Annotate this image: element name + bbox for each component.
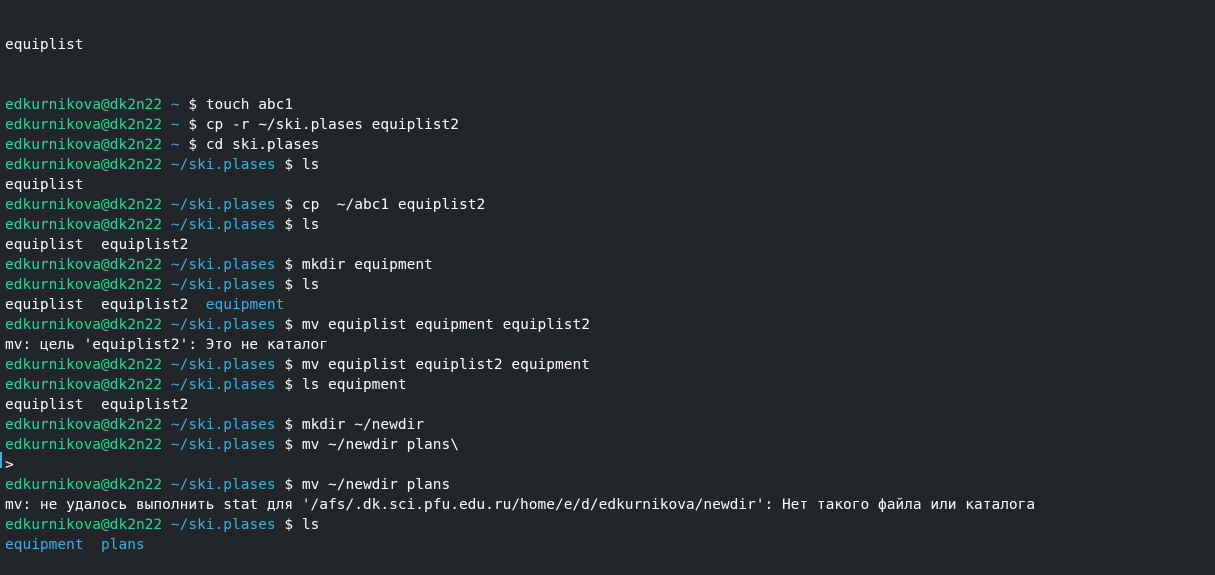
prompt-sign: $ xyxy=(284,357,294,373)
output-line: mv: не удалось выполнить stat для '/afs/… xyxy=(0,495,1215,515)
prompt-line: edkurnikova@dk2n22 ~/ski.plases $ mkdir … xyxy=(0,415,1215,435)
prompt-line: edkurnikova@dk2n22 ~/ski.plases $ mkdir … xyxy=(0,255,1215,275)
output-line: equipment plans xyxy=(0,535,1215,555)
prompt-line: edkurnikova@dk2n22 ~/ski.plases $ cp ~/a… xyxy=(0,195,1215,215)
prompt-user: edkurnikova@dk2n22 xyxy=(5,357,163,373)
command-text: mv ~/newdir plans\ xyxy=(301,437,459,453)
prompt-sign: $ xyxy=(284,277,294,293)
partial-output-line: equiplist xyxy=(0,35,1215,55)
prompt-path: ~/ski.plases xyxy=(170,357,276,373)
output-line: equiplist xyxy=(0,175,1215,195)
command-text: touch abc1 xyxy=(205,97,294,113)
prompt-path: ~/ski.plases xyxy=(170,417,276,433)
prompt-sign: $ xyxy=(284,317,294,333)
command-text: cp ~/abc1 equiplist2 xyxy=(301,197,486,213)
output-text: mv: не удалось выполнить stat для '/afs/… xyxy=(5,497,1036,513)
prompt-user: edkurnikova@dk2n22 xyxy=(5,437,163,453)
scroll-marker xyxy=(0,452,2,468)
prompt-user: edkurnikova@dk2n22 xyxy=(5,197,163,213)
prompt-line: edkurnikova@dk2n22 ~/ski.plases $ ls xyxy=(0,515,1215,535)
prompt-sign: $ xyxy=(284,157,294,173)
prompt-line: edkurnikova@dk2n22 ~/ski.plases $ ls equ… xyxy=(0,375,1215,395)
prompt-path: ~/ski.plases xyxy=(170,377,276,393)
prompt-sign: $ xyxy=(284,377,294,393)
prompt-user: edkurnikova@dk2n22 xyxy=(5,97,163,113)
prompt-path: ~/ski.plases xyxy=(170,157,276,173)
prompt-user: edkurnikova@dk2n22 xyxy=(5,517,163,533)
prompt-path: ~/ski.plases xyxy=(170,437,276,453)
prompt-user: edkurnikova@dk2n22 xyxy=(5,477,163,493)
prompt-sign: $ xyxy=(284,217,294,233)
prompt-sign: $ xyxy=(284,437,294,453)
prompt-line: edkurnikova@dk2n22 ~/ski.plases $ mv ~/n… xyxy=(0,475,1215,495)
output-text: equiplist equiplist2 xyxy=(5,397,189,413)
prompt-line: edkurnikova@dk2n22 ~/ski.plases $ ls xyxy=(0,215,1215,235)
output-line: > xyxy=(0,455,1215,475)
directory-listing: equipment xyxy=(205,297,285,313)
command-text: ls xyxy=(301,217,320,233)
command-text: mv equiplist equipment equiplist2 xyxy=(301,317,590,333)
prompt-sign: $ xyxy=(188,137,198,153)
prompt-sign: $ xyxy=(284,477,294,493)
output-text: equiplist xyxy=(5,177,84,193)
output-text: > xyxy=(5,457,14,473)
output-text: equiplist xyxy=(5,37,84,53)
prompt-sign: $ xyxy=(284,517,294,533)
prompt-line: edkurnikova@dk2n22 ~/ski.plases $ mv ~/n… xyxy=(0,435,1215,455)
prompt-path: ~ xyxy=(170,97,180,113)
command-text: ls equipment xyxy=(301,377,407,393)
output-text: mv: цель 'equiplist2': Это не каталог xyxy=(5,337,329,353)
prompt-path: ~/ski.plases xyxy=(170,217,276,233)
prompt-user: edkurnikova@dk2n22 xyxy=(5,137,163,153)
prompt-user: edkurnikova@dk2n22 xyxy=(5,157,163,173)
command-text: mv equiplist equiplist2 equipment xyxy=(301,357,590,373)
prompt-line: edkurnikova@dk2n22 ~/ski.plases $ ls xyxy=(0,155,1215,175)
prompt-path: ~/ski.plases xyxy=(170,517,276,533)
command-text: ls xyxy=(301,517,320,533)
prompt-sign: $ xyxy=(284,257,294,273)
prompt-user: edkurnikova@dk2n22 xyxy=(5,117,163,133)
command-text: ls xyxy=(301,157,320,173)
prompt-sign: $ xyxy=(284,197,294,213)
prompt-line: edkurnikova@dk2n22 ~ $ cd ski.plases xyxy=(0,135,1215,155)
prompt-sign: $ xyxy=(284,417,294,433)
prompt-path: ~/ski.plases xyxy=(170,317,276,333)
command-text: cp -r ~/ski.plases equiplist2 xyxy=(205,117,459,133)
directory-listing: equipment plans xyxy=(5,537,145,553)
prompt-path: ~/ski.plases xyxy=(170,277,276,293)
prompt-path: ~/ski.plases xyxy=(170,477,276,493)
command-text: mkdir ~/newdir xyxy=(301,417,425,433)
prompt-line: edkurnikova@dk2n22 ~/ski.plases $ ls xyxy=(0,275,1215,295)
prompt-sign: $ xyxy=(188,97,198,113)
output-text: equiplist equiplist2 xyxy=(5,237,189,253)
prompt-path: ~/ski.plases xyxy=(170,257,276,273)
output-line: equiplist equiplist2 equipment xyxy=(0,295,1215,315)
terminal-output[interactable]: equiplist edkurnikova@dk2n22 ~ $ touch a… xyxy=(0,0,1215,553)
prompt-user: edkurnikova@dk2n22 xyxy=(5,377,163,393)
prompt-user: edkurnikova@dk2n22 xyxy=(5,417,163,433)
output-line: equiplist equiplist2 xyxy=(0,395,1215,415)
prompt-user: edkurnikova@dk2n22 xyxy=(5,217,163,233)
prompt-sign: $ xyxy=(188,117,198,133)
prompt-path: ~ xyxy=(170,117,180,133)
prompt-line: edkurnikova@dk2n22 ~/ski.plases $ mv equ… xyxy=(0,315,1215,335)
output-text: equiplist equiplist2 xyxy=(5,297,206,313)
prompt-user: edkurnikova@dk2n22 xyxy=(5,317,163,333)
output-line: equiplist equiplist2 xyxy=(0,235,1215,255)
command-text: ls xyxy=(301,277,320,293)
prompt-line: edkurnikova@dk2n22 ~/ski.plases $ mv equ… xyxy=(0,355,1215,375)
prompt-user: edkurnikova@dk2n22 xyxy=(5,257,163,273)
prompt-user: edkurnikova@dk2n22 xyxy=(5,277,163,293)
prompt-path: ~/ski.plases xyxy=(170,197,276,213)
prompt-line: edkurnikova@dk2n22 ~ $ cp -r ~/ski.plase… xyxy=(0,115,1215,135)
prompt-line: edkurnikova@dk2n22 ~ $ touch abc1 xyxy=(0,95,1215,115)
command-text: mkdir equipment xyxy=(301,257,433,273)
terminal-lines: edkurnikova@dk2n22 ~ $ touch abc1 edkurni… xyxy=(0,95,1215,555)
command-text: mv ~/newdir plans xyxy=(301,477,451,493)
command-text: cd ski.plases xyxy=(205,137,320,153)
output-line: mv: цель 'equiplist2': Это не каталог xyxy=(0,335,1215,355)
prompt-path: ~ xyxy=(170,137,180,153)
